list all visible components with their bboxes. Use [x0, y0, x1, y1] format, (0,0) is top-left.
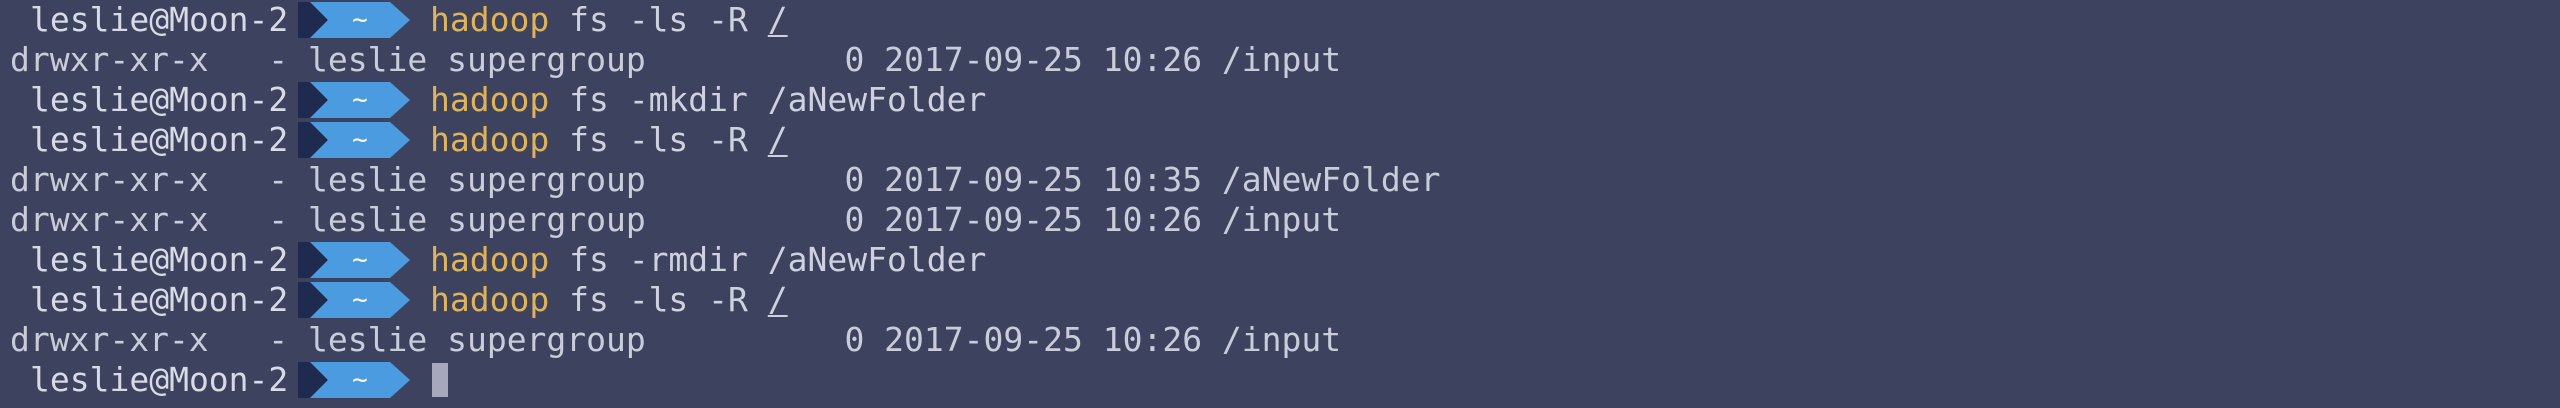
prompt-directory: ~ — [352, 85, 368, 115]
command-text: hadoop fs -ls -R / — [430, 280, 788, 320]
output-text: drwxr-xr-x - leslie supergroup 0 2017-09… — [10, 200, 1342, 239]
prompt-directory: ~ — [352, 285, 368, 315]
prompt-powerline-segment: ~ — [298, 242, 410, 278]
prompt-line: leslie@Moon-2 ~ hadoop fs -ls -R / — [0, 120, 2560, 160]
prompt-directory: ~ — [352, 5, 368, 35]
prompt-user-host: leslie@Moon-2 — [30, 80, 289, 119]
prompt-powerline-segment: ~ — [298, 2, 410, 38]
output-line: drwxr-xr-x - leslie supergroup 0 2017-09… — [0, 320, 2560, 360]
prompt-user-host: leslie@Moon-2 — [30, 360, 289, 399]
command-args: fs -rmdir /aNewFolder — [569, 240, 987, 279]
prompt-powerline-segment: ~ — [298, 282, 410, 318]
command-keyword: hadoop — [430, 0, 550, 39]
command-args: fs -ls -R — [569, 0, 768, 39]
prompt-user-host: leslie@Moon-2 — [30, 0, 289, 39]
command-args: fs -ls -R — [569, 120, 768, 159]
terminal-window[interactable]: leslie@Moon-2 ~ hadoop fs -ls -R / drwxr-xr… — [0, 0, 2560, 408]
prompt-user-host: leslie@Moon-2 — [30, 120, 289, 159]
prompt-line: leslie@Moon-2 ~ hadoop fs -mkdir /aNewFold… — [0, 80, 2560, 120]
prompt-directory: ~ — [352, 365, 368, 395]
command-text: hadoop fs -mkdir /aNewFolder — [430, 80, 986, 120]
command-keyword: hadoop — [430, 280, 550, 319]
command-keyword: hadoop — [430, 240, 550, 279]
prompt-directory: ~ — [352, 125, 368, 155]
output-text: drwxr-xr-x - leslie supergroup 0 2017-09… — [10, 40, 1342, 79]
prompt-line: leslie@Moon-2 ~ — [0, 360, 2560, 400]
output-text: drwxr-xr-x - leslie supergroup 0 2017-09… — [10, 320, 1342, 359]
output-line: drwxr-xr-x - leslie supergroup 0 2017-09… — [0, 160, 2560, 200]
command-args: fs -ls -R — [569, 280, 768, 319]
command-text: hadoop fs -ls -R / — [430, 0, 788, 40]
prompt-powerline-segment: ~ — [298, 362, 410, 398]
command-keyword: hadoop — [430, 80, 550, 119]
prompt-line: leslie@Moon-2 ~ hadoop fs -ls -R / — [0, 0, 2560, 40]
command-path: / — [767, 0, 788, 39]
prompt-line: leslie@Moon-2 ~ hadoop fs -rmdir /aNewFold… — [0, 240, 2560, 280]
prompt-directory: ~ — [352, 245, 368, 275]
command-args: fs -mkdir /aNewFolder — [569, 80, 987, 119]
prompt-powerline-segment: ~ — [298, 122, 410, 158]
prompt-user-host: leslie@Moon-2 — [30, 240, 289, 279]
output-text: drwxr-xr-x - leslie supergroup 0 2017-09… — [10, 160, 1441, 199]
prompt-powerline-segment: ~ — [298, 82, 410, 118]
command-path: / — [767, 280, 788, 319]
prompt-line: leslie@Moon-2 ~ hadoop fs -ls -R / — [0, 280, 2560, 320]
command-keyword: hadoop — [430, 120, 550, 159]
command-path: / — [767, 120, 788, 159]
command-text: hadoop fs -ls -R / — [430, 120, 788, 160]
text-cursor[interactable] — [432, 363, 448, 397]
prompt-user-host: leslie@Moon-2 — [30, 280, 289, 319]
output-line: drwxr-xr-x - leslie supergroup 0 2017-09… — [0, 200, 2560, 240]
output-line: drwxr-xr-x - leslie supergroup 0 2017-09… — [0, 40, 2560, 80]
command-text: hadoop fs -rmdir /aNewFolder — [430, 240, 986, 280]
